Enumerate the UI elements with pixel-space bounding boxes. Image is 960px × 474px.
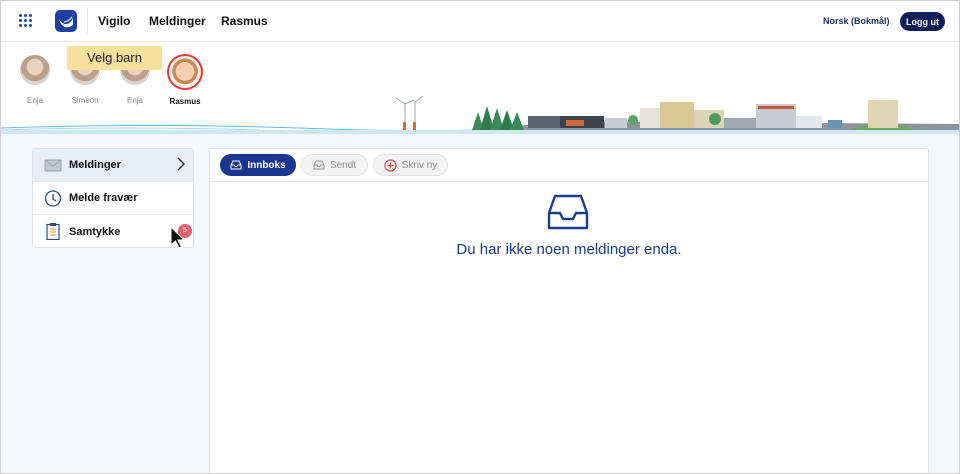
sidebar-item-label: Melde fravær (69, 192, 138, 204)
sidebar-item-melde-fravaer[interactable]: Melde fravær (33, 182, 193, 215)
logout-button[interactable]: Logg ut (900, 12, 945, 31)
message-tabs: Innboks Sendt Skriv ny (210, 149, 928, 182)
sidebar-item-label: Meldinger (69, 159, 121, 171)
sidebar-item-samtykke[interactable]: Samtykke 5 (33, 215, 193, 248)
select-child-tooltip: Velg barn (67, 46, 162, 70)
messages-panel: Innboks Sendt Skriv ny Du har ikke noen … (209, 148, 929, 474)
tab-label: Skriv ny (401, 159, 438, 171)
clipboard-icon (46, 223, 60, 240)
sidebar-item-label: Samtykke (69, 225, 121, 238)
tab-skriv-ny[interactable]: Skriv ny (373, 154, 448, 176)
language-selector[interactable]: Norsk (Bokmål) (823, 16, 890, 26)
envelope-icon (44, 159, 62, 172)
sidebar-item-meldinger[interactable]: Meldinger (33, 149, 193, 182)
empty-state-message: Du har ikke noen meldinger enda. (456, 241, 682, 258)
inbox-icon (230, 160, 242, 170)
top-bar: Vigilo Meldinger Rasmus Norsk (Bokmål) L… (0, 0, 960, 42)
nav-meldinger[interactable]: Meldinger (149, 14, 206, 28)
header-divider (87, 8, 88, 34)
avatar (167, 54, 203, 90)
tab-sendt[interactable]: Sendt (301, 154, 368, 176)
mouse-cursor-icon (170, 226, 186, 249)
nav-vigilo[interactable]: Vigilo (98, 14, 130, 28)
avatar (20, 55, 50, 85)
vigilo-logo-icon[interactable] (55, 10, 77, 32)
apps-grid-icon[interactable] (19, 14, 33, 28)
plus-circle-icon (384, 158, 397, 172)
empty-inbox-icon (547, 194, 589, 230)
tab-label: Innboks (247, 159, 286, 171)
clock-icon (44, 190, 62, 207)
sent-icon (313, 160, 325, 170)
chevron-right-icon (177, 157, 185, 171)
tab-innboks[interactable]: Innboks (220, 154, 296, 176)
town-skyline-illustration (0, 95, 960, 134)
nav-child-rasmus[interactable]: Rasmus (221, 14, 268, 28)
child-selector-banner: Enja Simeon Enja Rasmus Velg barn (0, 42, 960, 134)
tab-label: Sendt (329, 159, 357, 171)
